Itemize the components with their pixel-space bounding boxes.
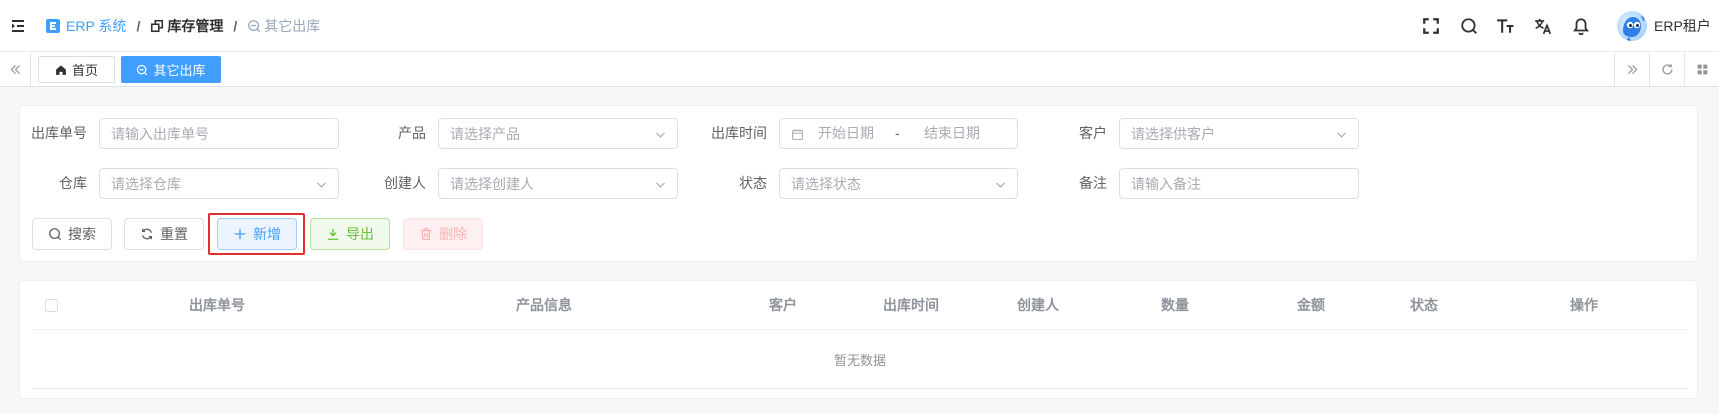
refresh-icon [140,227,154,241]
export-button[interactable]: 导出 [310,218,390,250]
breadcrumb-item-inventory[interactable]: 库存管理 [150,16,223,36]
button-label: 导出 [346,226,374,242]
creator-label: 创建人 [384,175,426,191]
outbound-icon [136,64,148,76]
chevron-down-icon [315,178,328,191]
calendar-icon [791,128,804,141]
product-select[interactable]: 请选择产品 [438,118,678,149]
warehouse-label: 仓库 [59,175,87,191]
table-card: 出库单号 产品信息 客户 出库时间 创建人 数量 金额 状态 操作 暂无数据 [19,280,1698,399]
grid-icon [1696,63,1709,76]
start-date-placeholder[interactable]: 开始日期 [818,119,874,148]
refresh-icon [1661,63,1674,76]
erp-logo-icon [46,19,60,33]
trash-icon [419,227,433,241]
tab-label: 首页 [71,63,98,78]
product-label: 产品 [398,125,426,141]
double-chevron-left-icon [9,63,22,76]
breadcrumb-label: 其它出库 [264,18,321,34]
chevron-down-icon [1335,128,1348,141]
breadcrumb: ERP 系统 / 库存管理 / 其它出库 [46,0,320,52]
select-placeholder: 请选择状态 [791,175,861,192]
outbound-no-label: 出库单号 [31,125,87,141]
breadcrumb-item-outbound: 其它出库 [247,16,320,36]
breadcrumb-item-erp[interactable]: ERP 系统 [46,16,126,36]
fullscreen-icon[interactable] [1422,17,1440,35]
table-empty-state: 暂无数据 [32,330,1688,389]
download-icon [326,227,340,241]
column-header: 产品信息 [516,297,572,313]
column-header: 客户 [769,297,797,313]
column-header: 操作 [1570,297,1598,313]
translate-icon[interactable] [1534,17,1552,35]
search-form-card: 出库单号 产品 请选择产品 出库时间 开始日期 - 结束日期 客户 请选择供客户… [19,105,1698,262]
tags-view: 首页 其它出库 [0,52,1719,87]
hamburger-icon[interactable] [10,18,26,34]
tab-menu-button[interactable] [1684,52,1719,86]
breadcrumb-separator: / [136,18,141,34]
select-placeholder: 请选择仓库 [111,175,181,192]
status-select[interactable]: 请选择状态 [779,168,1018,199]
chevron-down-icon [654,178,667,191]
plus-icon [233,227,247,241]
column-header: 状态 [1410,297,1438,313]
breadcrumb-label: ERP 系统 [66,18,127,34]
tab-home[interactable]: 首页 [38,56,115,83]
search-icon[interactable] [1460,17,1478,35]
outbound-icon [247,19,261,33]
reset-button[interactable]: 重置 [124,218,204,250]
button-label: 搜索 [68,226,96,242]
outbound-time-label: 出库时间 [711,125,767,141]
column-header: 创建人 [1017,297,1059,313]
chevron-down-icon [654,128,667,141]
scroll-left-button[interactable] [0,52,31,86]
scroll-right-button[interactable] [1614,52,1649,86]
remark-label: 备注 [1079,175,1107,191]
search-icon [48,227,62,241]
bell-icon[interactable] [1572,17,1590,35]
select-all-checkbox[interactable] [44,298,58,312]
table-header: 出库单号 产品信息 客户 出库时间 创建人 数量 金额 状态 操作 [32,281,1688,330]
refresh-tab-button[interactable] [1649,52,1684,86]
select-placeholder: 请选择产品 [450,125,520,142]
table-header-checkbox-cell [32,281,70,329]
outbound-no-input[interactable] [99,118,339,149]
column-header: 出库时间 [883,297,939,313]
warehouse-select[interactable]: 请选择仓库 [99,168,339,199]
search-button[interactable]: 搜索 [32,218,112,250]
avatar[interactable] [1617,11,1647,41]
user-name[interactable]: ERP租户 [1654,0,1711,52]
delete-button[interactable]: 删除 [403,218,483,250]
customer-label: 客户 [1079,125,1107,141]
chevron-down-icon [994,178,1007,191]
button-label: 新增 [253,226,281,242]
creator-select[interactable]: 请选择创建人 [438,168,678,199]
breadcrumb-separator: / [233,18,238,34]
tab-other-outbound[interactable]: 其它出库 [121,56,221,83]
select-placeholder: 请选择创建人 [450,175,534,192]
top-navbar: ERP 系统 / 库存管理 / 其它出库 ERP租户 [0,0,1719,52]
font-size-icon[interactable] [1496,17,1514,35]
button-label: 重置 [160,226,188,242]
add-button[interactable]: 新增 [217,218,297,250]
column-header: 金额 [1297,297,1325,313]
outbound-time-range-picker[interactable]: 开始日期 - 结束日期 [779,118,1018,149]
remark-input[interactable] [1119,168,1359,199]
home-icon [55,64,67,76]
column-header: 出库单号 [189,297,245,313]
tab-label: 其它出库 [153,63,206,78]
end-date-placeholder[interactable]: 结束日期 [924,119,980,148]
status-label: 状态 [739,175,767,191]
inventory-icon [150,19,164,33]
double-chevron-right-icon [1626,63,1639,76]
breadcrumb-label: 库存管理 [167,18,224,34]
select-placeholder: 请选择供客户 [1131,125,1215,142]
customer-select[interactable]: 请选择供客户 [1119,118,1359,149]
date-range-separator: - [895,125,900,141]
column-header: 数量 [1161,297,1189,313]
button-label: 删除 [439,226,467,242]
